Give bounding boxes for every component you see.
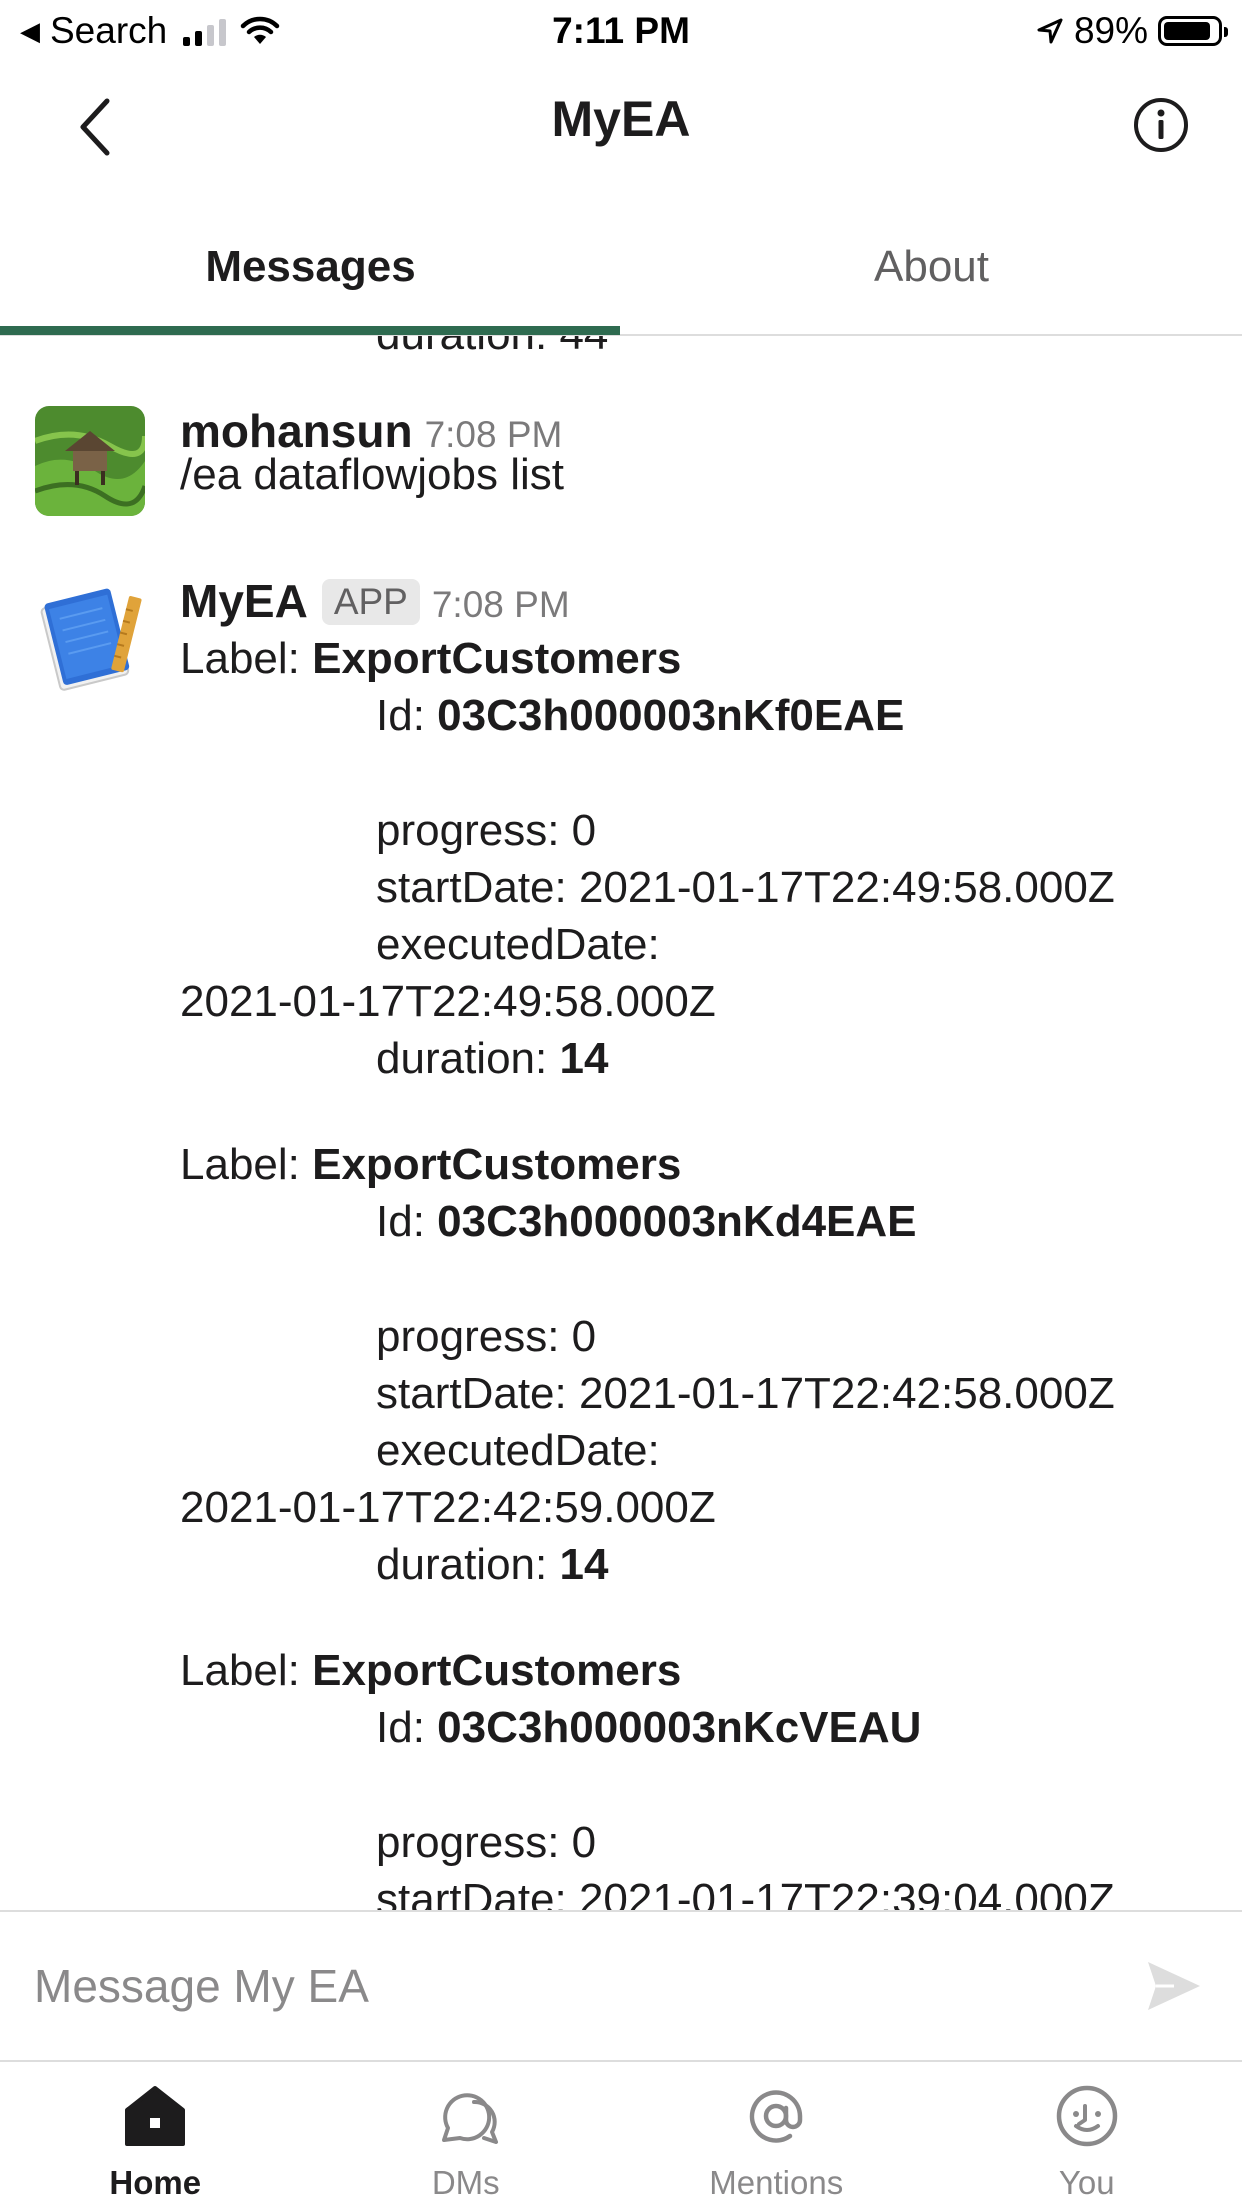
job-duration: 14	[559, 1540, 609, 1589]
page-title: MyEA	[551, 91, 691, 147]
nav-home[interactable]: Home	[0, 2062, 311, 2208]
job-label: ExportCustomers	[312, 634, 682, 683]
status-right: 89%	[1036, 6, 1228, 56]
app-avatar-image	[35, 582, 145, 692]
message-time: 7:08 PM	[424, 414, 563, 455]
job-progress: progress: 0	[376, 1312, 597, 1361]
mentions-icon	[750, 2090, 803, 2143]
message-composer	[0, 1910, 1242, 2062]
job-id: 03C3h000003nKf0EAE	[437, 691, 905, 740]
header: MyEA	[0, 62, 1242, 192]
tab-bar: Messages About	[0, 200, 1242, 336]
job-id-line: Id: 03C3h000003nKcVEAU	[376, 1703, 922, 1752]
message-input[interactable]	[34, 1912, 1114, 2060]
message-list[interactable]: duration: 44 mohansun7:08 PM /ea dataflo…	[0, 336, 1242, 1910]
avatar[interactable]	[35, 406, 145, 516]
user-avatar-image	[35, 406, 145, 516]
job-executed-key: executedDate:	[376, 1426, 660, 1475]
job-executed-key: executedDate:	[376, 920, 660, 969]
job-label: ExportCustomers	[312, 1646, 682, 1695]
battery-fill	[1164, 22, 1211, 40]
bottom-nav: Home DMs Mentions You	[0, 2062, 1242, 2208]
send-icon[interactable]	[1144, 1958, 1204, 2014]
info-icon[interactable]	[1132, 96, 1190, 154]
nav-mentions[interactable]: Mentions	[621, 2062, 932, 2208]
job-id: 03C3h000003nKd4EAE	[437, 1197, 917, 1246]
message-line: duration: 44	[376, 336, 608, 360]
tab-messages[interactable]: Messages	[0, 200, 621, 334]
status-bar: ◀ Search 7:11 PM 89%	[0, 0, 1242, 62]
nav-label: Home	[109, 2164, 202, 2201]
job-duration-line: duration: 14	[376, 1540, 609, 1589]
battery-percent: 89%	[1073, 10, 1148, 51]
active-tab-indicator	[0, 326, 620, 335]
job-start-date: startDate: 2021-01-17T22:42:58.000Z	[376, 1369, 1115, 1418]
message-header: MyEA APP 7:08 PM	[180, 574, 570, 628]
job-id-line: Id: 03C3h000003nKd4EAE	[376, 1197, 917, 1246]
nav-label: DMs	[431, 2164, 500, 2201]
nav-label: You	[1058, 2164, 1115, 2201]
job-id: 03C3h000003nKcVEAU	[437, 1703, 922, 1752]
avatar[interactable]	[35, 582, 145, 692]
message-text: /ea dataflowjobs list	[180, 450, 564, 499]
nav-you[interactable]: You	[932, 2062, 1242, 2208]
job-start-date: startDate: 2021-01-17T22:39:04.000Z	[376, 1875, 1115, 1910]
location-icon	[1037, 18, 1063, 44]
tab-about[interactable]: About	[621, 200, 1242, 334]
job-label-line: Label: ExportCustomers	[180, 1140, 682, 1189]
job-label-line: Label: ExportCustomers	[180, 634, 682, 683]
message-item: mohansun 7:08 PM /ea dataflowjobs list	[0, 405, 1242, 526]
job-label-line: Label: ExportCustomers	[180, 1646, 682, 1695]
job-duration-line: duration: 14	[376, 1034, 609, 1083]
job-progress: progress: 0	[376, 806, 597, 855]
app-badge: APP	[321, 579, 420, 625]
job-duration: 14	[559, 1034, 609, 1083]
you-icon	[1056, 2085, 1117, 2147]
job-executed-value: 2021-01-17T22:42:59.000Z	[180, 1483, 716, 1532]
message-author[interactable]: MyEA	[180, 575, 308, 627]
job-start-date: startDate: 2021-01-17T22:49:58.000Z	[376, 863, 1115, 912]
job-progress: progress: 0	[376, 1818, 597, 1867]
dms-icon	[441, 2093, 498, 2144]
battery-icon	[1158, 16, 1228, 46]
job-id-line: Id: 03C3h000003nKf0EAE	[376, 691, 905, 740]
nav-dms[interactable]: DMs	[311, 2062, 622, 2208]
home-icon	[125, 2086, 186, 2146]
nav-label: Mentions	[709, 2164, 844, 2201]
message-time: 7:08 PM	[431, 584, 570, 625]
job-executed-value: 2021-01-17T22:49:58.000Z	[180, 977, 716, 1026]
job-label: ExportCustomers	[312, 1140, 682, 1189]
